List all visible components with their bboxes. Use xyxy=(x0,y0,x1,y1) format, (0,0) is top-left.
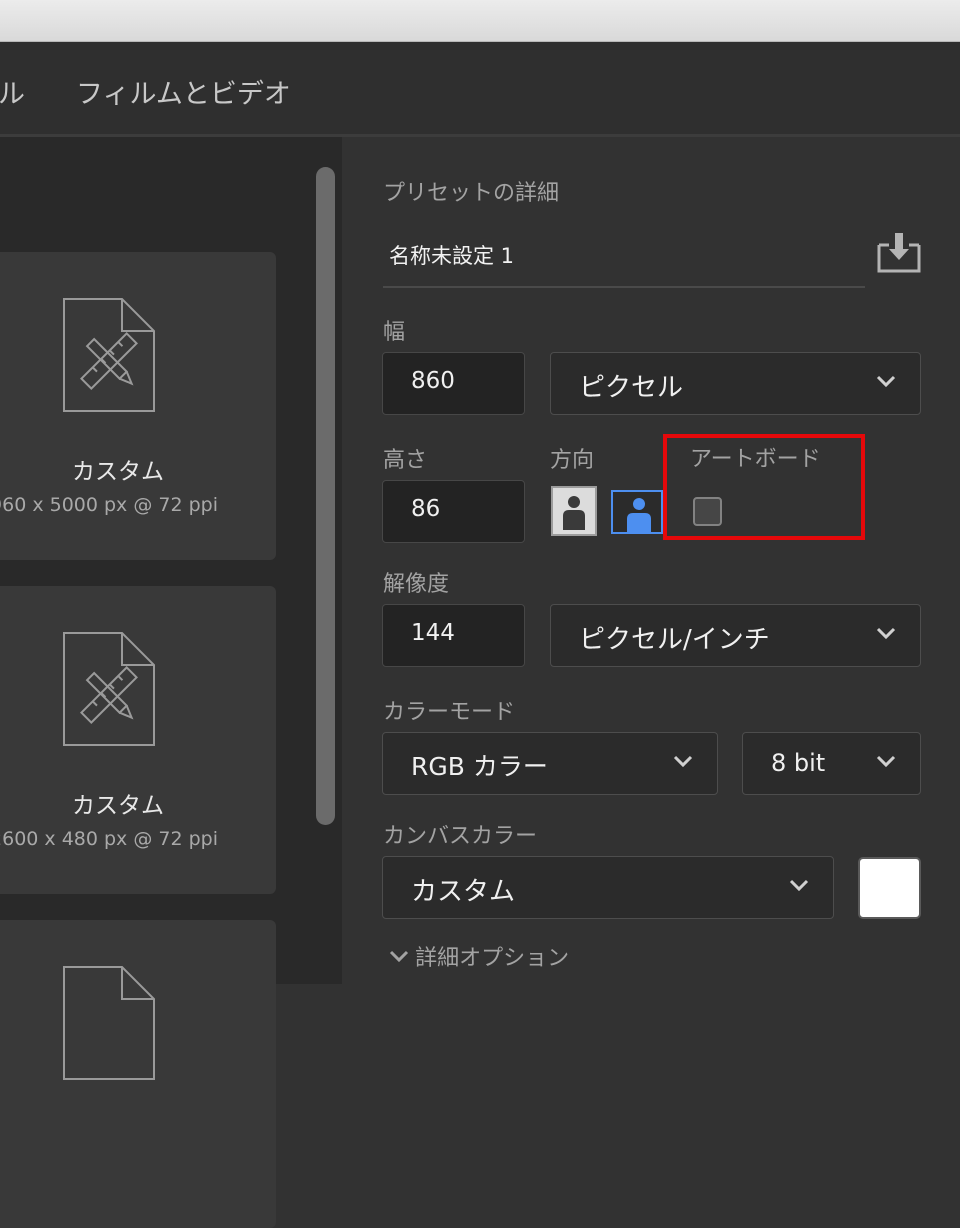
preset-name: カスタム xyxy=(72,459,164,485)
width-value: 860 xyxy=(411,368,455,394)
resolution-unit-dropdown[interactable]: ピクセル/インチ xyxy=(550,604,921,667)
preset-details-title: プリセットの詳細 xyxy=(383,181,560,206)
document-name-input[interactable]: 名称未設定 1 xyxy=(389,240,514,270)
tab-partial[interactable]: ル xyxy=(0,72,25,111)
landscape-orientation-button[interactable] xyxy=(611,490,663,534)
save-preset-icon[interactable] xyxy=(877,231,921,273)
advanced-options-toggle[interactable]: 詳細オプション xyxy=(388,940,569,972)
bit-depth-value: 8 bit xyxy=(771,749,826,777)
color-mode-label: カラーモード xyxy=(383,700,516,725)
resolution-unit-value: ピクセル/インチ xyxy=(579,625,770,655)
canvas-color-label: カンバスカラー xyxy=(383,824,538,849)
resolution-input[interactable]: 144 xyxy=(382,604,525,667)
chevron-down-icon xyxy=(389,950,409,963)
color-mode-value: RGB カラー xyxy=(411,752,548,781)
width-input[interactable]: 860 xyxy=(382,352,525,415)
width-unit-value: ピクセル xyxy=(579,373,684,403)
portrait-person-icon xyxy=(563,496,585,530)
orientation-label: 方向 xyxy=(550,448,595,473)
custom-document-icon xyxy=(63,966,155,1080)
window-titlebar xyxy=(0,0,960,42)
custom-document-icon xyxy=(63,298,155,412)
preset-list: カスタム 960 x 5000 px @ 72 ppi カスタム 2600 x … xyxy=(0,137,342,1228)
preset-card[interactable]: カスタム 2600 x 480 px @ 72 ppi xyxy=(0,586,276,894)
chevron-down-icon xyxy=(789,879,809,892)
canvas-color-dropdown[interactable]: カスタム xyxy=(382,856,834,919)
canvas-color-swatch[interactable] xyxy=(858,857,921,919)
height-input[interactable]: 86 xyxy=(382,480,525,543)
width-unit-dropdown[interactable]: ピクセル xyxy=(550,352,921,415)
document-name-underline xyxy=(383,286,865,288)
height-label: 高さ xyxy=(383,448,428,473)
preset-name: カスタム xyxy=(72,793,164,819)
advanced-options-label: 詳細オプション xyxy=(415,946,570,971)
chevron-down-icon xyxy=(876,755,896,768)
artboard-highlight-box xyxy=(663,434,865,540)
preset-card[interactable] xyxy=(0,920,276,1228)
height-value: 86 xyxy=(411,496,441,522)
chevron-down-icon xyxy=(876,627,896,640)
chevron-down-icon xyxy=(673,755,693,768)
custom-document-icon xyxy=(63,632,155,746)
landscape-person-icon xyxy=(627,498,651,532)
preset-card[interactable]: カスタム 960 x 5000 px @ 72 ppi xyxy=(0,252,276,560)
chevron-down-icon xyxy=(876,375,896,388)
preset-info: 960 x 5000 px @ 72 ppi xyxy=(0,494,218,516)
resolution-value: 144 xyxy=(411,620,455,646)
portrait-orientation-button[interactable] xyxy=(551,486,597,536)
canvas-color-value: カスタム xyxy=(411,877,516,907)
width-label: 幅 xyxy=(383,320,406,345)
bit-depth-dropdown[interactable]: 8 bit xyxy=(742,732,921,795)
color-mode-dropdown[interactable]: RGB カラー xyxy=(382,732,718,795)
tab-film-video[interactable]: フィルムとビデオ xyxy=(76,72,291,111)
resolution-label: 解像度 xyxy=(383,572,450,597)
preset-list-scrollbar[interactable] xyxy=(316,167,335,825)
preset-info: 2600 x 480 px @ 72 ppi xyxy=(0,828,218,850)
category-tab-bar: ル フィルムとビデオ xyxy=(0,42,960,137)
